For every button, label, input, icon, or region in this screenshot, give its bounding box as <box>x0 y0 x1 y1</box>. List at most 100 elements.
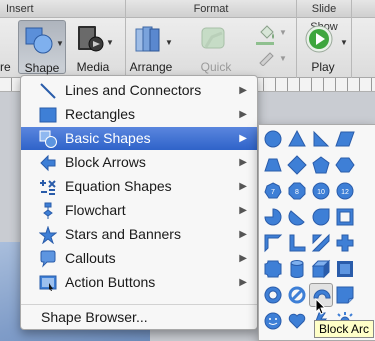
half-frame-icon <box>264 234 283 253</box>
shape-heart[interactable] <box>285 309 309 333</box>
menu-item-label: Callouts <box>65 250 116 266</box>
shape-dodecagon[interactable]: 12 <box>333 179 357 203</box>
heart-icon <box>288 313 306 329</box>
chevron-down-icon: ▼ <box>56 39 64 48</box>
insert-group-header: Insert <box>0 0 125 18</box>
shape-parallelogram[interactable] <box>333 127 357 151</box>
chevron-right-icon: ▶ <box>239 229 247 240</box>
chevron-right-icon: ▶ <box>239 133 247 144</box>
chevron-right-icon: ▶ <box>239 85 247 96</box>
dodecagon-icon: 12 <box>336 182 354 200</box>
shape-heptagon[interactable]: 7 <box>261 179 285 203</box>
heptagon-icon: 7 <box>264 182 282 199</box>
fill-color-swatch <box>256 42 274 45</box>
triangle-icon <box>288 129 306 147</box>
svg-text:8: 8 <box>295 189 299 196</box>
shape-button-label: Shape <box>24 61 60 75</box>
ribbon-separator <box>296 0 297 78</box>
callout-icon <box>40 250 56 268</box>
shape-browser-item[interactable]: Shape Browser... <box>41 308 148 326</box>
mouse-cursor-icon <box>315 298 327 315</box>
shape-triangle[interactable] <box>285 127 309 151</box>
basic-shapes-icon <box>39 130 57 148</box>
picture-button-label: re <box>0 60 11 74</box>
shape-pentagon[interactable] <box>309 153 333 177</box>
menu-item-label: Block Arrows <box>65 154 146 170</box>
format-group-header: Format <box>126 0 296 18</box>
chevron-right-icon: ▶ <box>239 277 247 288</box>
menu-item-label: Equation Shapes <box>65 178 172 194</box>
no-symbol-icon <box>288 286 306 304</box>
donut-icon <box>264 286 282 304</box>
chevron-down-icon: ▼ <box>340 38 348 47</box>
shape-diagonal-stripe[interactable] <box>309 231 333 255</box>
shape-decagon[interactable]: 10 <box>309 179 333 203</box>
pentagon-icon <box>312 156 330 174</box>
shape-plaque[interactable] <box>261 257 285 281</box>
shape-octagon[interactable]: 8 <box>285 179 309 203</box>
shape-folded-corner[interactable] <box>333 283 357 307</box>
trapezoid-icon <box>264 158 282 172</box>
play-button[interactable]: ▼ Play <box>300 20 348 74</box>
shape-trapezoid[interactable] <box>261 153 285 177</box>
chevron-down-icon: ▼ <box>106 38 114 47</box>
menu-item-action-buttons[interactable]: Action Buttons ▶ <box>21 271 257 294</box>
menu-divider <box>21 304 257 305</box>
flowchart-icon <box>43 202 53 219</box>
frame-icon <box>336 208 354 226</box>
menu-item-rectangles[interactable]: Rectangles ▶ <box>21 103 257 126</box>
shape-pie[interactable] <box>261 205 285 229</box>
menu-item-equation-shapes[interactable]: Equation Shapes ▶ <box>21 175 257 198</box>
ribbon: Insert Format Slide Show re ▼ Shape ▼ Me… <box>0 0 375 88</box>
ribbon-overflow-header <box>352 0 375 18</box>
shape-half-frame[interactable] <box>261 231 285 255</box>
shape-frame[interactable] <box>333 205 357 229</box>
ribbon-separator <box>125 0 126 78</box>
menu-item-block-arrows[interactable]: Block Arrows ▶ <box>21 151 257 174</box>
shape-smiley-face[interactable] <box>261 309 285 333</box>
media-button-label: Media <box>76 60 110 74</box>
shape-oval[interactable] <box>261 127 285 151</box>
chevron-right-icon: ▶ <box>239 181 247 192</box>
menu-item-flowchart[interactable]: Flowchart ▶ <box>21 199 257 222</box>
shape-right-triangle[interactable] <box>309 127 333 151</box>
shape-l-shape[interactable] <box>285 231 309 255</box>
right-triangle-icon <box>313 130 330 147</box>
shape-can[interactable] <box>285 257 309 281</box>
shape-bevel[interactable] <box>333 257 357 281</box>
quick-styles-button[interactable]: Quick Styles <box>184 20 248 88</box>
rectangle-icon <box>39 107 57 123</box>
shape-hexagon[interactable] <box>333 153 357 177</box>
shape-plus[interactable] <box>333 231 357 255</box>
arrange-button[interactable]: ▼ Arrange <box>127 20 175 74</box>
shape-button[interactable]: ▼ Shape <box>18 20 66 75</box>
quick-styles-icon <box>201 27 225 49</box>
menu-item-basic-shapes[interactable]: Basic Shapes ▶ <box>21 127 257 150</box>
media-button[interactable]: ▼ Media <box>70 20 116 74</box>
decagon-icon: 10 <box>312 182 330 200</box>
shape-cube[interactable] <box>309 257 333 281</box>
shape-chord[interactable] <box>285 205 309 229</box>
shape-menu: Lines and Connectors ▶ Rectangles ▶ Basi… <box>20 75 258 330</box>
fill-color-button[interactable]: ▼ ▼ <box>252 20 292 74</box>
menu-item-callouts[interactable]: Callouts ▶ <box>21 247 257 270</box>
chevron-down-icon: ▼ <box>165 38 173 47</box>
can-icon <box>290 260 304 278</box>
l-shape-icon <box>289 234 306 252</box>
menu-item-stars-and-banners[interactable]: Stars and Banners ▶ <box>21 223 257 246</box>
menu-item-lines-and-connectors[interactable]: Lines and Connectors ▶ <box>21 79 257 102</box>
shape-donut[interactable] <box>261 283 285 307</box>
shape-teardrop[interactable] <box>309 205 333 229</box>
action-button-icon <box>39 275 57 291</box>
plus-icon <box>336 234 354 252</box>
chevron-down-icon: ▼ <box>279 54 287 63</box>
picture-button[interactable]: re <box>0 20 16 74</box>
shape-diamond[interactable] <box>285 153 309 177</box>
paint-bucket-icon <box>260 25 274 39</box>
star-icon <box>39 226 57 244</box>
equation-icon <box>40 180 56 195</box>
block-arrow-icon <box>40 154 56 172</box>
chord-icon <box>288 210 305 226</box>
svg-text:7: 7 <box>271 189 275 196</box>
shape-no-symbol[interactable] <box>285 283 309 307</box>
